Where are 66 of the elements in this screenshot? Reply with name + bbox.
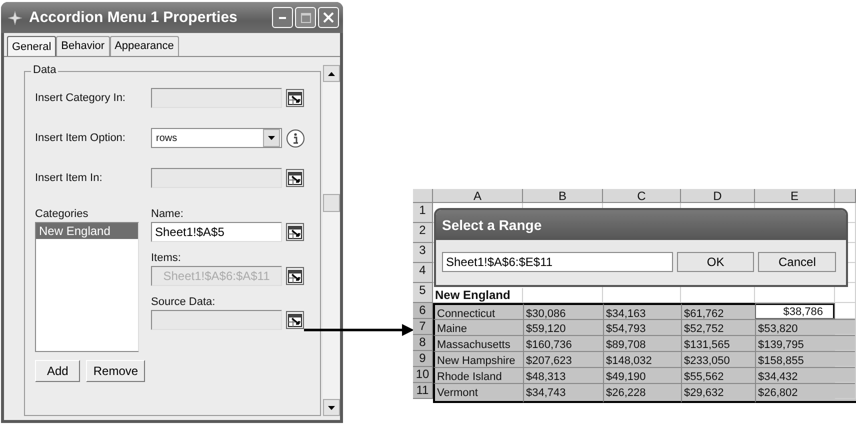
range-input[interactable]: Sheet1!$A$6:$E$11 — [442, 252, 673, 272]
tab[interactable]: Appearance — [110, 36, 179, 56]
grid-icon — [288, 172, 302, 184]
grid-icon — [288, 270, 302, 282]
field-label: Name: — [151, 208, 184, 220]
window-title: Accordion Menu 1 Properties — [29, 9, 238, 26]
row-header[interactable]: 10 — [413, 367, 433, 383]
row-header[interactable]: 11 — [413, 383, 433, 399]
list-button[interactable]: Add — [35, 360, 80, 382]
up-arrow-icon — [328, 72, 335, 76]
scroll-thumb[interactable] — [323, 194, 340, 212]
list-item[interactable]: New England — [36, 223, 138, 239]
row-header[interactable]: 2 — [413, 223, 433, 243]
down-arrow-icon — [328, 406, 335, 410]
list-button[interactable]: Remove — [86, 360, 146, 382]
caret-icon — [268, 136, 275, 140]
column-header[interactable] — [835, 189, 856, 203]
grid-icon — [288, 314, 302, 326]
field-label: Insert Item Option: — [35, 132, 126, 144]
close-button[interactable] — [318, 7, 339, 28]
range-picker-button[interactable] — [286, 89, 304, 107]
table-cell: $26,802 — [755, 383, 856, 403]
range-picker-button[interactable] — [286, 267, 304, 285]
range-picker-button[interactable] — [286, 311, 304, 329]
field-label: Items: — [151, 252, 182, 264]
corner-header[interactable] — [413, 189, 433, 203]
field-label: Source Data: — [151, 296, 216, 308]
group-label: Data — [31, 64, 58, 76]
dialog-button[interactable]: OK — [676, 252, 754, 272]
grid-icon — [288, 92, 302, 104]
scroll-up-button[interactable] — [323, 65, 340, 82]
row-header[interactable]: 6 — [413, 303, 433, 319]
table-cell: $38,786 — [755, 303, 835, 319]
info-icon[interactable] — [286, 128, 305, 148]
row-header[interactable]: 7 — [413, 319, 433, 335]
range-picker-button[interactable] — [286, 169, 304, 187]
dropdown[interactable]: rows — [151, 128, 282, 148]
field-label: Insert Category In: — [35, 92, 126, 104]
column-header[interactable]: B — [523, 189, 603, 203]
row-header[interactable]: 1 — [413, 203, 433, 223]
column-header[interactable]: A — [433, 189, 523, 203]
sparkle-icon — [7, 10, 23, 26]
row-header[interactable]: 5 — [413, 283, 433, 303]
minimize-icon — [279, 16, 286, 18]
tab[interactable]: Behavior — [56, 36, 110, 56]
grid-icon — [288, 226, 302, 238]
column-header[interactable]: D — [681, 189, 755, 203]
minimize-button[interactable] — [272, 7, 293, 28]
scroll-down-button[interactable] — [323, 399, 340, 416]
column-header[interactable]: C — [603, 189, 681, 203]
row-header[interactable]: 8 — [413, 335, 433, 351]
maximize-button[interactable] — [295, 7, 316, 28]
range-picker-button[interactable] — [286, 223, 304, 241]
column-header[interactable]: E — [755, 189, 835, 203]
row-header[interactable]: 4 — [413, 263, 433, 283]
dialog-title: Select a Range — [436, 210, 846, 240]
field-label: Insert Item In: — [35, 172, 104, 184]
row-header[interactable]: 3 — [413, 243, 433, 263]
row-header[interactable]: 9 — [413, 351, 433, 367]
dialog-button[interactable]: Cancel — [758, 252, 836, 272]
list-label: Categories — [35, 208, 90, 220]
tab[interactable]: General — [7, 36, 56, 56]
table-cell — [835, 383, 856, 399]
input-field[interactable]: Sheet1!$A$5 — [151, 222, 282, 242]
maximize-icon — [300, 12, 310, 22]
close-icon — [323, 12, 334, 23]
